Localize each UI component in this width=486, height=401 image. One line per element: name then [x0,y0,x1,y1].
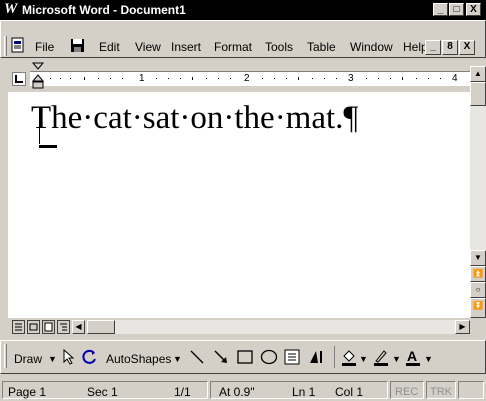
status-column: Col 1 [335,385,364,399]
font-color-icon[interactable]: A [404,347,422,367]
scroll-down-icon[interactable]: ▼ [470,250,486,266]
indent-marker-icon[interactable] [31,62,45,90]
outline-view-icon[interactable] [57,320,70,334]
normal-view-icon[interactable] [12,320,25,334]
horizontal-ruler[interactable]: 1 2 3 4 [30,71,470,86]
menu-insert[interactable]: Insert [171,40,201,54]
menu-table[interactable]: Table [307,40,336,54]
scroll-thumb[interactable] [470,82,486,106]
drawbar-grip [4,344,7,368]
tab-selector-button[interactable] [12,72,26,86]
fill-color-dropdown-icon[interactable]: ▼ [359,354,368,364]
wordart-tool-icon[interactable] [307,348,325,366]
document-text[interactable]: The·cat·sat·on·the·mat.¶ [31,100,358,137]
doc-close-button[interactable]: X [459,40,475,55]
ruler-mark-3: 3 [348,73,354,84]
ruler-mark-4: 4 [452,73,458,84]
doc-restore-button[interactable]: 8 [442,40,458,55]
free-rotate-icon[interactable] [82,349,98,365]
svg-text:A: A [407,348,417,364]
autoshapes-dropdown-icon: ▼ [173,354,182,364]
menu-help[interactable]: Help [403,40,428,54]
minimize-button[interactable]: _ [433,3,448,16]
menu-file[interactable]: File [35,40,54,54]
menu-format[interactable]: Format [214,40,252,54]
status-section-ext [458,381,484,399]
scroll-right-icon[interactable]: ▶ [455,320,470,334]
draw-menu-button[interactable]: Draw [14,352,42,366]
window-title: Microsoft Word - Document1 [22,3,186,17]
select-browse-object-icon[interactable]: ○ [470,282,486,298]
horizontal-scrollbar[interactable] [115,320,455,334]
ruler-mark-2: 2 [244,73,250,84]
select-objects-icon[interactable] [62,348,76,365]
save-icon[interactable] [70,38,85,53]
status-page: Page 1 [8,385,47,399]
print-layout-view-icon[interactable] [42,320,55,334]
status-page-count: 1/1 [174,385,191,399]
end-of-document-marker [39,145,57,148]
font-color-dropdown-icon[interactable]: ▼ [424,354,433,364]
menu-window[interactable]: Window [350,40,393,54]
status-section: Sec 1 [87,385,118,399]
menubar-grip [4,36,7,56]
rectangle-tool-icon[interactable] [236,348,254,366]
close-button[interactable]: X [466,3,481,16]
menu-tools[interactable]: Tools [265,40,293,54]
next-page-icon[interactable]: ⏬ [470,298,486,318]
status-rec[interactable]: REC [395,386,418,398]
fill-color-icon[interactable] [340,348,358,366]
oval-tool-icon[interactable] [260,348,278,366]
horizontal-scroll-thumb[interactable] [87,320,115,334]
text-box-tool-icon[interactable] [283,348,301,366]
line-tool-icon[interactable] [189,348,205,366]
previous-page-icon[interactable]: ⏫ [470,266,486,282]
scroll-up-icon[interactable]: ▲ [470,66,486,82]
line-color-icon[interactable] [372,348,390,366]
menu-edit[interactable]: Edit [99,40,120,54]
status-at: At 0.9" [219,385,255,399]
status-trk[interactable]: TRK [430,386,452,398]
draw-dropdown-icon: ▼ [48,354,57,364]
menu-view[interactable]: View [135,40,161,54]
toolbar-separator [334,346,335,368]
title-bar: W Microsoft Word - Document1 _ □ X [0,0,486,20]
maximize-button[interactable]: □ [449,3,464,16]
document-icon[interactable] [10,37,26,53]
vertical-scrollbar[interactable]: ▲ ▼ ⏫ ○ ⏬ [470,66,486,318]
autoshapes-menu-button[interactable]: AutoShapes [106,352,171,366]
ruler-mark-1: 1 [139,73,145,84]
arrow-tool-icon[interactable] [213,348,229,366]
status-line: Ln 1 [292,385,316,399]
doc-minimize-button[interactable]: _ [425,40,441,55]
word-logo-icon: W [4,1,18,17]
line-color-dropdown-icon[interactable]: ▼ [392,354,401,364]
scroll-left-icon[interactable]: ◀ [72,320,85,334]
web-layout-view-icon[interactable] [27,320,40,334]
